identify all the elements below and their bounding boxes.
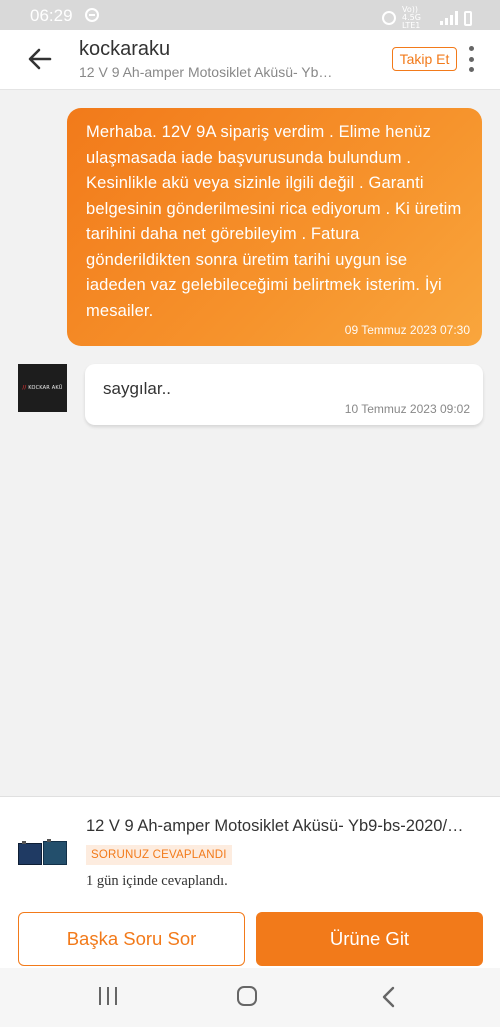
seller-avatar: // KOCKAR AKÜ <box>18 364 67 412</box>
message-text: saygılar.. <box>103 379 172 398</box>
ask-another-question-button[interactable]: Başka Soru Sor <box>18 912 245 966</box>
network-indicator: Vo)) 4.5G LTE1 <box>402 5 421 30</box>
more-vertical-icon[interactable] <box>466 46 476 72</box>
nav-back-icon[interactable] <box>379 985 399 1009</box>
signal-icon <box>440 11 458 25</box>
home-icon[interactable] <box>237 986 257 1006</box>
status-time: 06:29 <box>30 6 73 25</box>
product-title[interactable]: 12 V 9 Ah-amper Motosiklet Aküsü- Yb9-bs… <box>86 817 486 836</box>
message-text: Merhaba. 12V 9A sipariş verdim . Elime h… <box>86 123 462 320</box>
status-badge: SORUNUZ CEVAPLANDI <box>86 845 232 865</box>
battery-icon <box>464 10 472 26</box>
chat-header: kockaraku 12 V 9 Ah-amper Motosiklet Akü… <box>0 30 500 90</box>
seller-logo-text: // KOCKAR AKÜ <box>22 385 63 391</box>
follow-button[interactable]: Takip Et <box>392 47 457 71</box>
shop-name[interactable]: kockaraku <box>79 38 170 61</box>
status-icons: Vo)) 4.5G LTE1 <box>382 6 472 30</box>
message-timestamp: 10 Temmuz 2023 09:02 <box>344 402 470 416</box>
outgoing-message: Merhaba. 12V 9A sipariş verdim . Elime h… <box>67 108 482 346</box>
incoming-message: saygılar.. 10 Temmuz 2023 09:02 <box>85 364 483 425</box>
dnd-icon <box>85 8 99 22</box>
product-subtitle: 12 V 9 Ah-amper Motosiklet Aküsü- Yb9… <box>79 64 339 80</box>
alarm-icon <box>382 11 396 25</box>
go-to-product-button[interactable]: Ürüne Git <box>256 912 483 966</box>
recent-apps-icon[interactable] <box>99 987 117 1005</box>
product-panel: 12 V 9 Ah-amper Motosiklet Aküsü- Yb9-bs… <box>0 796 500 968</box>
back-arrow-icon[interactable] <box>26 45 54 73</box>
message-timestamp: 09 Temmuz 2023 07:30 <box>344 323 470 337</box>
system-nav-bar <box>0 968 500 1027</box>
status-bar: 06:29 Vo)) 4.5G LTE1 <box>0 0 500 30</box>
answered-info: 1 gün içinde cevaplandı. <box>86 873 228 889</box>
product-thumbnail[interactable] <box>18 837 68 869</box>
